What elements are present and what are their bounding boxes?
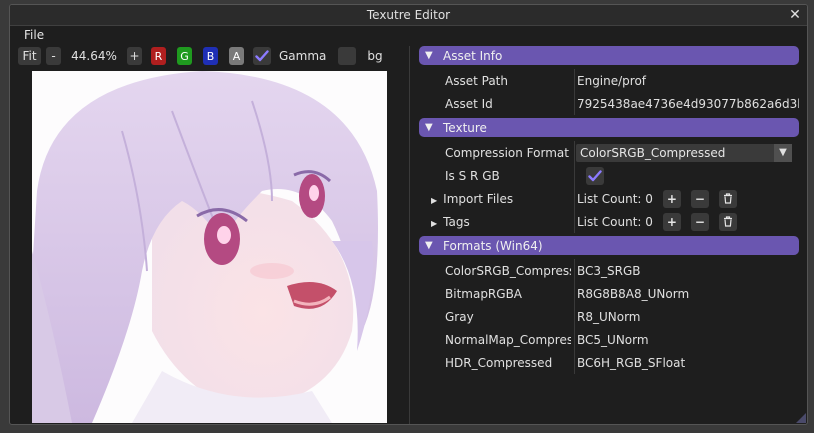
resize-grip-icon[interactable] — [796, 413, 806, 423]
texture-preview-image[interactable] — [32, 71, 387, 423]
prop-value: 7925438ae4736e4d93077b862a6d3b0 — [577, 96, 799, 111]
prop-row-compression-format: Compression Format ColorSRGB_Compressed … — [419, 141, 799, 164]
remove-icon[interactable]: − — [690, 212, 709, 231]
menu-bar: File — [10, 26, 807, 44]
prop-row-asset-id: Asset Id 7925438ae4736e4d93077b862a6d3b0 — [419, 92, 799, 115]
section-title: Texture — [443, 120, 487, 135]
prop-value: BC6H_RGB_SFloat — [577, 355, 686, 370]
compression-format-select[interactable]: ColorSRGB_Compressed ▼ — [576, 143, 792, 162]
prop-key: Compression Format — [445, 145, 569, 160]
column-divider — [574, 141, 575, 164]
channel-b-toggle[interactable]: B — [203, 47, 218, 65]
preview-toolbar: Fit - 44.64% + R G B A Gamma bg — [18, 46, 408, 66]
trash-icon[interactable] — [718, 212, 737, 231]
prop-value: R8_UNorm — [577, 309, 641, 324]
section-title: Asset Info — [443, 48, 503, 63]
section-asset-info[interactable]: ▼ Asset Info — [419, 46, 799, 65]
close-icon[interactable]: ✕ — [787, 7, 803, 23]
prop-row-is-srgb: Is S R GB — [419, 164, 799, 187]
section-texture[interactable]: ▼ Texture — [419, 118, 799, 137]
channel-r-toggle[interactable]: R — [151, 47, 166, 65]
channel-g-toggle[interactable]: G — [177, 47, 192, 65]
prop-row-asset-path: Asset Path Engine/prof — [419, 69, 799, 92]
list-count: List Count: 0 — [577, 214, 653, 229]
prop-row-format: HDR_Compressed BC6H_RGB_SFloat — [419, 351, 799, 374]
bg-label: bg — [367, 49, 383, 63]
channel-a-toggle[interactable]: A — [229, 47, 244, 65]
prop-row-format: ColorSRGB_Compress BC3_SRGB — [419, 259, 799, 282]
expand-triangle-icon: ▼ — [425, 240, 433, 251]
prop-value: Engine/prof — [577, 73, 647, 88]
column-divider — [574, 164, 575, 187]
column-divider — [574, 259, 575, 282]
window-title: Texutre Editor — [366, 8, 451, 22]
bg-checkbox[interactable] — [338, 47, 357, 65]
prop-value: R8G8B8A8_UNorm — [577, 286, 690, 301]
pane-splitter[interactable] — [409, 46, 410, 424]
collapse-triangle-icon: ▶ — [431, 218, 438, 228]
dropdown-arrow-icon: ▼ — [774, 143, 792, 162]
prop-value: BC5_UNorm — [577, 332, 649, 347]
column-divider — [574, 328, 575, 351]
prop-key: ColorSRGB_Compress — [445, 263, 571, 278]
tags-controls: List Count: 0 + − — [577, 212, 799, 231]
zoom-level: 44.64% — [71, 49, 117, 63]
list-count: List Count: 0 — [577, 191, 653, 206]
preview-pane: Fit - 44.64% + R G B A Gamma bg — [18, 46, 408, 424]
prop-key[interactable]: ▶ Tags — [431, 215, 557, 229]
prop-key: Is S R GB — [445, 168, 500, 183]
import-files-label: Import Files — [443, 191, 514, 206]
section-title: Formats (Win64) — [443, 238, 543, 253]
prop-row-format: Gray R8_UNorm — [419, 305, 799, 328]
add-icon[interactable]: + — [662, 189, 681, 208]
check-icon — [255, 50, 269, 62]
prop-key: Asset Path — [445, 73, 508, 88]
column-divider — [574, 282, 575, 305]
fit-button[interactable]: Fit — [18, 47, 41, 65]
section-formats[interactable]: ▼ Formats (Win64) — [419, 236, 799, 255]
menu-file[interactable]: File — [24, 28, 44, 42]
prop-row-import-files: ▶ Import Files List Count: 0 + − — [419, 187, 799, 210]
tags-label: Tags — [443, 214, 470, 229]
title-bar[interactable]: Texutre Editor ✕ — [10, 5, 807, 26]
zoom-in-button[interactable]: + — [127, 47, 142, 65]
properties-pane: ▼ Asset Info Asset Path Engine/prof Asse… — [419, 46, 799, 424]
prop-key: HDR_Compressed — [445, 355, 553, 370]
add-icon[interactable]: + — [662, 212, 681, 231]
gamma-checkbox[interactable] — [253, 47, 271, 65]
prop-key: NormalMap_Compres — [445, 332, 571, 347]
remove-icon[interactable]: − — [690, 189, 709, 208]
expand-triangle-icon: ▼ — [425, 122, 433, 133]
expand-triangle-icon: ▼ — [425, 50, 433, 61]
check-icon — [588, 169, 602, 181]
column-divider — [574, 187, 575, 210]
is-srgb-checkbox[interactable] — [586, 166, 604, 185]
collapse-triangle-icon: ▶ — [431, 195, 438, 205]
column-divider — [574, 305, 575, 328]
prop-value: BC3_SRGB — [577, 263, 641, 278]
prop-row-format: BitmapRGBA R8G8B8A8_UNorm — [419, 282, 799, 305]
prop-key[interactable]: ▶ Import Files — [431, 192, 557, 206]
column-divider — [574, 69, 575, 92]
trash-icon[interactable] — [718, 189, 737, 208]
column-divider — [574, 210, 575, 233]
select-value: ColorSRGB_Compressed — [580, 145, 726, 160]
prop-row-format: NormalMap_Compres BC5_UNorm — [419, 328, 799, 351]
prop-key: Asset Id — [445, 96, 493, 111]
prop-key: BitmapRGBA — [445, 286, 523, 301]
import-files-controls: List Count: 0 + − — [577, 189, 799, 208]
column-divider — [574, 351, 575, 374]
zoom-out-button[interactable]: - — [46, 47, 61, 65]
texture-editor-window: Texutre Editor ✕ File Fit - 44.64% + R G… — [9, 4, 808, 425]
prop-key: Gray — [445, 309, 474, 324]
anime-portrait-image — [32, 71, 387, 423]
column-divider — [574, 92, 575, 115]
prop-row-tags: ▶ Tags List Count: 0 + − — [419, 210, 799, 233]
gamma-label: Gamma — [279, 49, 327, 63]
